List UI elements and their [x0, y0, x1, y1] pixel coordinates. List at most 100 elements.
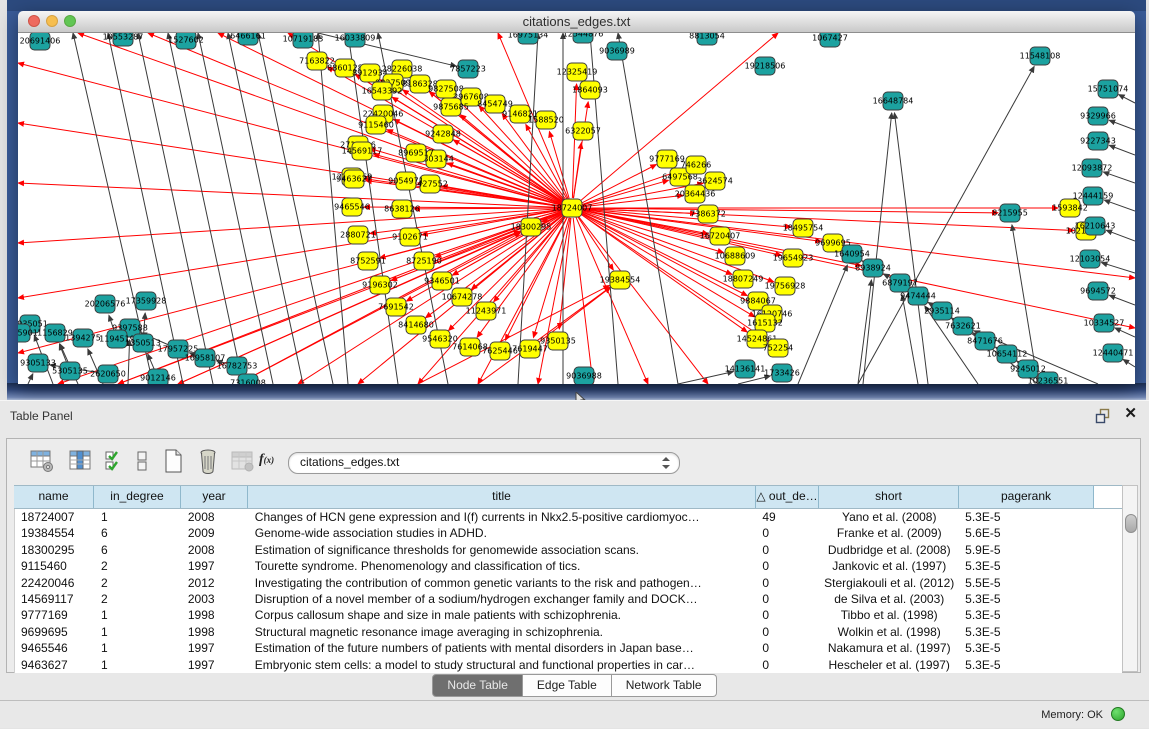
new-table-icon[interactable] [160, 448, 186, 474]
node-label: 9463627 [336, 175, 372, 184]
node-label: 9102671 [392, 233, 428, 242]
citation-edge-black [798, 265, 847, 384]
citation-edge-black [1123, 359, 1135, 367]
desktop-top-strip [7, 0, 1146, 11]
citation-network-graph[interactable]: 7163822886012889129342822603898275091654… [18, 33, 1135, 384]
citation-edge-black [138, 33, 213, 384]
close-panel-icon[interactable]: ✕ [1124, 406, 1137, 422]
network-desktop: citations_edges.txt 71638228860128891293… [7, 0, 1146, 400]
node-label: 20691406 [20, 37, 61, 46]
node-label: 11548108 [1020, 52, 1061, 61]
scrollbar-thumb[interactable] [1125, 514, 1137, 533]
column-header-year[interactable]: year [181, 486, 248, 508]
node-label: 9115460 [358, 121, 394, 130]
node-label: 8813054 [689, 33, 725, 41]
node-label: 10654112 [987, 350, 1028, 359]
cell-year: 1997 [182, 558, 249, 574]
cell-short: Dudbridge et al. (2008) [819, 542, 959, 558]
table-row[interactable]: 946554611997Estimation of the future num… [15, 640, 1122, 656]
table-row[interactable]: 1830029562008Estimation of significance … [15, 542, 1122, 558]
table-row[interactable]: 946362711997Embryonic stem cells: a mode… [15, 657, 1122, 673]
cell-pagerank: 5.3E-5 [959, 591, 1094, 607]
node-label: 18300295 [511, 223, 552, 232]
node-label: 10674278 [442, 293, 483, 302]
table-select-dropdown[interactable]: citations_edges.txt [288, 452, 680, 474]
cell-in_degree: 2 [95, 558, 182, 574]
citation-edge-red [414, 208, 562, 209]
cell-year: 2012 [182, 575, 249, 591]
citation-edge-black [1104, 200, 1135, 211]
table-settings-icon[interactable] [29, 448, 55, 474]
cell-pagerank: 5.3E-5 [959, 558, 1094, 574]
cell-out_de…: 0 [756, 591, 819, 607]
cell-title: Corpus callosum shape and size in male p… [249, 607, 757, 623]
node-label: 10236551 [1028, 377, 1069, 385]
table-row[interactable]: 1938455462009Genome-wide association stu… [15, 525, 1122, 541]
node-label: 18495754 [783, 224, 824, 233]
column-header-in_degree[interactable]: in_degree [94, 486, 181, 508]
node-label: 8752591 [350, 257, 386, 266]
node-label: 1593842 [1052, 204, 1088, 213]
node-label: 19756928 [765, 282, 806, 291]
tab-node-table[interactable]: Node Table [432, 674, 523, 697]
column-header-pagerank[interactable]: pagerank [959, 486, 1094, 508]
cell-name: 19384554 [15, 525, 95, 541]
table-vertical-scrollbar[interactable] [1122, 485, 1138, 672]
table-row[interactable]: 969969511998Structural magnetic resonanc… [15, 624, 1122, 640]
citation-edge-black [28, 374, 33, 384]
cell-out_de…: 49 [756, 509, 819, 525]
network-window-titlebar[interactable]: citations_edges.txt [18, 11, 1135, 33]
unselect-all-columns-icon[interactable] [129, 448, 155, 474]
cell-title: Structural magnetic resonance image aver… [249, 624, 757, 640]
float-panel-icon[interactable] [1095, 408, 1111, 424]
node-table: namein_degreeyeartitle△ out_de…shortpage… [14, 485, 1122, 673]
cell-title: Tourette syndrome. Phenomenology and cla… [249, 558, 757, 574]
tab-network-table[interactable]: Network Table [612, 674, 717, 697]
import-table-icon[interactable] [229, 448, 255, 474]
node-label: 9242848 [425, 130, 461, 139]
network-view-canvas[interactable]: 7163822886012889129342822603898275091654… [18, 33, 1135, 384]
delete-table-icon[interactable] [195, 448, 221, 474]
citation-edge-black [1109, 120, 1135, 130]
node-label: 1640954 [834, 250, 870, 259]
node-label: 1394275 [65, 334, 101, 343]
table-row[interactable]: 2242004622012Investigating the contribut… [15, 575, 1122, 591]
cell-out_de…: 0 [756, 542, 819, 558]
citation-edge-red [582, 209, 791, 227]
node-label: 10553287 [103, 33, 144, 42]
table-row[interactable]: 1456911722003Disruption of a novel membe… [15, 591, 1122, 607]
node-label: 7386372 [690, 210, 726, 219]
node-label: 8969517 [398, 149, 434, 158]
node-label: 3915901 [18, 329, 38, 338]
function-builder-icon[interactable]: f(x) [259, 452, 285, 478]
column-header-title[interactable]: title [248, 486, 756, 508]
node-label: 1527602 [168, 36, 204, 45]
select-all-columns-icon[interactable] [102, 448, 128, 474]
memory-ok-indicator[interactable] [1111, 707, 1125, 721]
table-row[interactable]: 977716911998Corpus callosum shape and si… [15, 607, 1122, 623]
show-columns-icon[interactable] [67, 448, 93, 474]
cell-short: de Silva et al. (2003) [819, 591, 959, 607]
node-label: 9036989 [599, 47, 635, 56]
node-label: 7857223 [450, 65, 486, 74]
tab-edge-table[interactable]: Edge Table [523, 674, 612, 697]
node-label: 8638126 [384, 205, 420, 214]
cell-filler [1094, 657, 1122, 673]
table-row[interactable]: 911546021997Tourette syndrome. Phenomeno… [15, 558, 1122, 574]
column-header-name[interactable]: name [14, 486, 94, 508]
cell-filler [1094, 525, 1122, 541]
node-label: 9777169 [649, 155, 685, 164]
cell-name: 9465546 [15, 640, 95, 656]
cell-year: 1997 [182, 657, 249, 673]
node-label: 16720407 [700, 232, 741, 241]
node-label: 10719183 [283, 35, 324, 44]
node-label: 16543392 [362, 87, 403, 96]
node-label: 10334527 [1084, 319, 1125, 328]
node-label: 19218506 [745, 62, 786, 71]
node-label: 20364436 [675, 190, 716, 199]
column-header-out_de…[interactable]: △ out_de… [756, 486, 819, 508]
column-header-short[interactable]: short [819, 486, 959, 508]
node-label: 6879197 [882, 279, 918, 288]
node-table-body: 1872400712008Changes of HCN gene express… [14, 509, 1122, 673]
table-row[interactable]: 1872400712008Changes of HCN gene express… [15, 509, 1122, 525]
